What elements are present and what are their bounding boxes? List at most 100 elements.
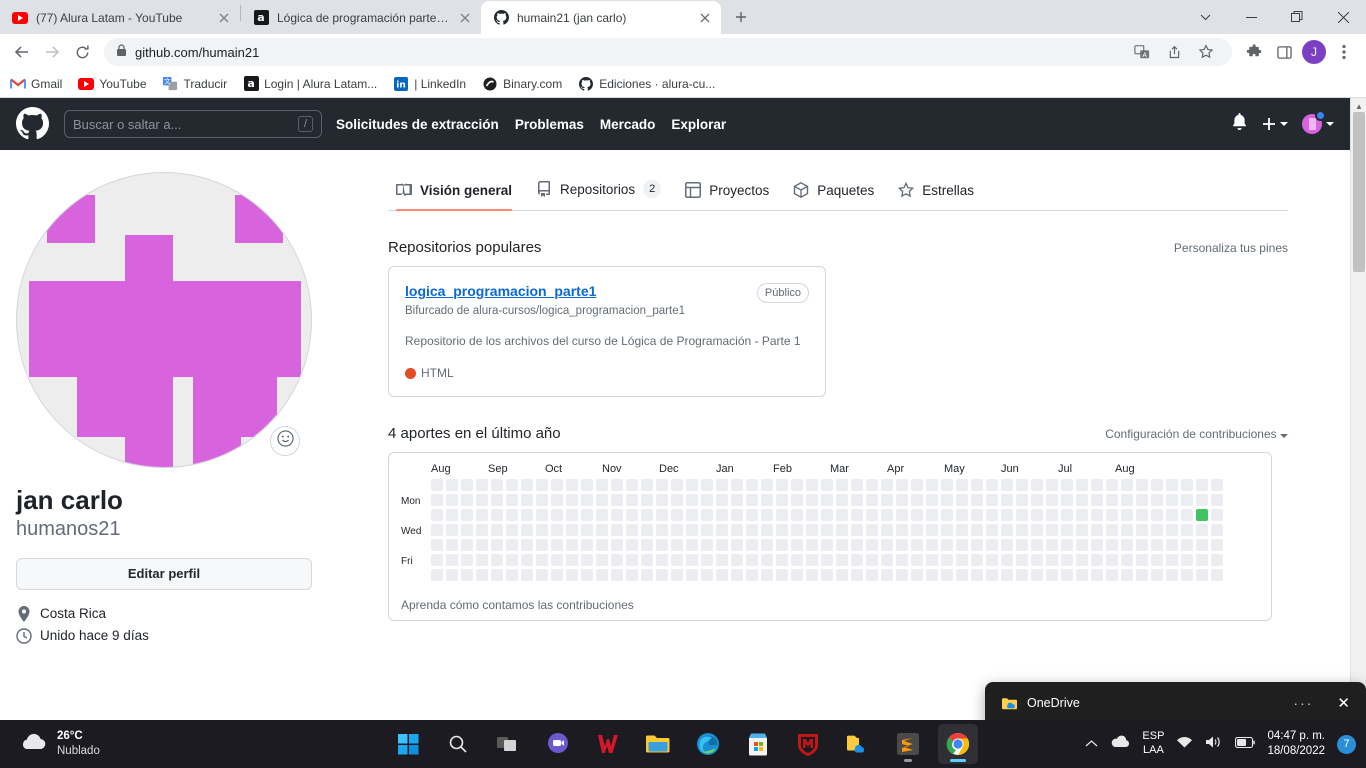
contribution-cell[interactable] [731,569,743,582]
contribution-cell[interactable] [746,509,758,522]
contribution-cell[interactable] [656,494,668,507]
nav-item-issues[interactable]: Problemas [515,117,584,132]
contribution-cell[interactable] [641,524,653,537]
contribution-cell[interactable] [806,539,818,552]
contribution-cell[interactable] [971,539,983,552]
contribution-cell[interactable] [641,554,653,567]
contribution-cell[interactable] [1031,539,1043,552]
contribution-cell[interactable] [551,509,563,522]
tab-projects[interactable]: Proyectos [677,174,777,210]
forward-arrow-icon[interactable] [38,38,66,66]
address-bar[interactable]: github.com/humain21 A [104,38,1232,66]
contribution-cell[interactable] [1166,479,1178,492]
contribution-cell[interactable] [881,524,893,537]
scrollbar-thumb[interactable] [1353,112,1365,272]
contribution-cell[interactable] [1196,539,1208,552]
contribution-cell[interactable] [1151,509,1163,522]
contribution-cell[interactable] [611,509,623,522]
contribution-cell[interactable] [596,539,608,552]
github-mark-icon[interactable] [16,107,50,141]
contribution-cell[interactable] [791,554,803,567]
contribution-cell[interactable] [566,479,578,492]
contribution-cell[interactable] [491,554,503,567]
contribution-cell[interactable] [701,554,713,567]
contribution-cell[interactable] [1166,554,1178,567]
contribution-cell[interactable] [626,569,638,582]
contribution-cell[interactable] [581,539,593,552]
language-indicator[interactable]: ESP LAA [1142,730,1164,758]
nav-item-explore[interactable]: Explorar [671,117,726,132]
contribution-cell[interactable] [596,554,608,567]
contribution-cell[interactable] [476,479,488,492]
contribution-cell[interactable] [746,479,758,492]
contribution-cell[interactable] [641,509,653,522]
contribution-cell[interactable] [776,494,788,507]
contribution-cell[interactable] [1016,494,1028,507]
chrome-browser-button[interactable] [938,724,978,764]
contribution-cell[interactable] [1211,479,1223,492]
chrome-menu-icon[interactable] [1330,38,1358,66]
contribution-cell[interactable] [686,509,698,522]
contribution-cell[interactable] [1001,524,1013,537]
contribution-cell[interactable] [851,569,863,582]
contribution-cell[interactable] [896,479,908,492]
contribution-cell[interactable] [551,539,563,552]
contribution-cell[interactable] [611,524,623,537]
contribution-cell[interactable] [911,539,923,552]
tab-repositories[interactable]: Repositorios 2 [528,172,669,210]
contribution-cell[interactable] [626,494,638,507]
contribution-cell[interactable] [521,569,533,582]
contribution-cell[interactable] [866,524,878,537]
contribution-cell[interactable] [806,479,818,492]
contribution-cell[interactable] [836,569,848,582]
contribution-cell[interactable] [1031,524,1043,537]
contribution-cell[interactable] [716,509,728,522]
contribution-cell[interactable] [596,494,608,507]
contribution-cell[interactable] [1001,509,1013,522]
contribution-cell[interactable] [536,494,548,507]
contribution-cell[interactable] [581,509,593,522]
contribution-cell[interactable] [476,494,488,507]
contribution-cell[interactable] [1001,539,1013,552]
contribution-cell[interactable] [911,479,923,492]
contribution-cell[interactable] [911,569,923,582]
contribution-cell[interactable] [446,539,458,552]
bookmark-alura-login[interactable]: a Login | Alura Latam... [243,76,377,92]
contribution-cell[interactable] [1151,524,1163,537]
contribution-cell[interactable] [881,494,893,507]
contribution-cell[interactable] [491,539,503,552]
contribution-cell[interactable] [686,554,698,567]
contribution-cell[interactable] [656,554,668,567]
contribution-cell[interactable] [551,494,563,507]
contribution-cell[interactable] [686,524,698,537]
contribution-cell[interactable] [776,539,788,552]
contribution-cell[interactable] [836,539,848,552]
contribution-cell[interactable] [1046,494,1058,507]
contribution-cell[interactable] [1046,509,1058,522]
contribution-cell[interactable] [1166,524,1178,537]
contribution-cell[interactable] [566,539,578,552]
avatar[interactable] [1302,110,1334,134]
chevron-up-icon[interactable] [1085,735,1098,753]
contribution-cell[interactable] [731,494,743,507]
contribution-cell[interactable] [881,554,893,567]
contribution-cell[interactable] [431,554,443,567]
contribution-cell[interactable] [476,524,488,537]
contribution-cell[interactable] [536,569,548,582]
contribution-cell[interactable] [1136,569,1148,582]
contribution-cell[interactable] [1136,539,1148,552]
contribution-cell[interactable] [941,524,953,537]
contribution-cell[interactable] [761,524,773,537]
contribution-cell[interactable] [821,524,833,537]
contribution-cell[interactable] [1121,494,1133,507]
contribution-cell[interactable] [536,524,548,537]
contribution-cell[interactable] [551,554,563,567]
contribution-cell[interactable] [806,509,818,522]
contribution-cell[interactable] [686,569,698,582]
edge-browser-button[interactable] [688,724,728,764]
contribution-cell[interactable] [656,479,668,492]
contribution-cell[interactable] [671,509,683,522]
contribution-cell[interactable] [851,509,863,522]
contribution-cell[interactable] [1046,539,1058,552]
contribution-cell[interactable] [941,539,953,552]
